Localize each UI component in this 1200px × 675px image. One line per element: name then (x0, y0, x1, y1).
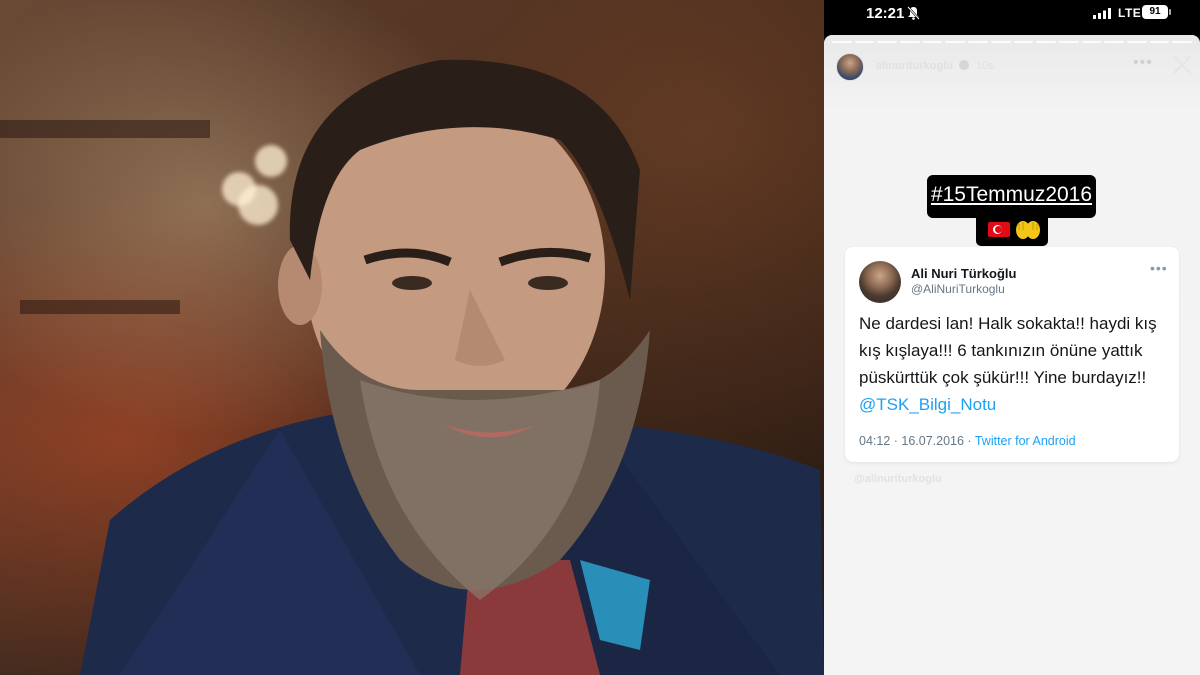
man-portrait-figure (80, 59, 824, 675)
story-watermark: @alinuriturkoglu (854, 473, 942, 485)
tweet-source-link[interactable]: Twitter for Android (975, 434, 1076, 448)
verified-badge-icon (959, 60, 969, 70)
bell-muted-icon (907, 6, 920, 20)
tweet-handle[interactable]: @AliNuriTurkoglu (911, 282, 1005, 296)
raised-hands-icon (1016, 221, 1040, 239)
network-type: LTE (1118, 6, 1142, 20)
more-dots-icon[interactable]: ••• (1133, 54, 1153, 72)
embedded-tweet[interactable]: Ali Nuri Türkoğlu @AliNuriTurkoglu ••• N… (845, 247, 1179, 462)
status-time: 12:21 (866, 5, 905, 22)
story-avatar[interactable] (836, 53, 864, 81)
instagram-story: alinuriturkoglu 10s ••• #15Temmuz2016 Al… (824, 35, 1200, 675)
phone-screenshot: 12:21 LTE 91 alinuriturkoglu 10s ••• #15… (824, 0, 1200, 675)
battery-indicator: 91 (1142, 5, 1171, 19)
story-time-ago: 10s (976, 60, 994, 72)
portrait-photo (0, 0, 824, 675)
tweet-mention-link[interactable]: @TSK_Bilgi_Notu (859, 395, 996, 414)
tweet-display-name[interactable]: Ali Nuri Türkoğlu (911, 266, 1016, 281)
turkish-flag-icon (988, 222, 1010, 237)
story-username[interactable]: alinuriturkoglu (876, 60, 953, 72)
hashtag-sticker[interactable]: #15Temmuz2016 (927, 175, 1096, 218)
tweet-more-icon[interactable]: ••• (1150, 260, 1168, 276)
status-bar: 12:21 LTE 91 (824, 0, 1200, 28)
story-header: alinuriturkoglu 10s ••• (824, 51, 1200, 83)
cellular-signal-icon (1093, 8, 1111, 19)
tweet-body: Ne dardesi lan! Halk sokakta!! haydi kış… (859, 314, 1157, 387)
emoji-sticker (976, 215, 1048, 246)
tweet-avatar[interactable] (859, 261, 901, 303)
story-progress-bars (832, 41, 1192, 43)
tweet-text: Ne dardesi lan! Halk sokakta!! haydi kış… (859, 310, 1171, 418)
tweet-meta: 04:12 · 16.07.2016 · Twitter for Android (859, 434, 1076, 448)
tweet-timestamp: 04:12 · 16.07.2016 · (859, 434, 975, 448)
hashtag-text: #15Temmuz2016 (930, 183, 1093, 206)
close-icon[interactable] (1170, 53, 1194, 77)
